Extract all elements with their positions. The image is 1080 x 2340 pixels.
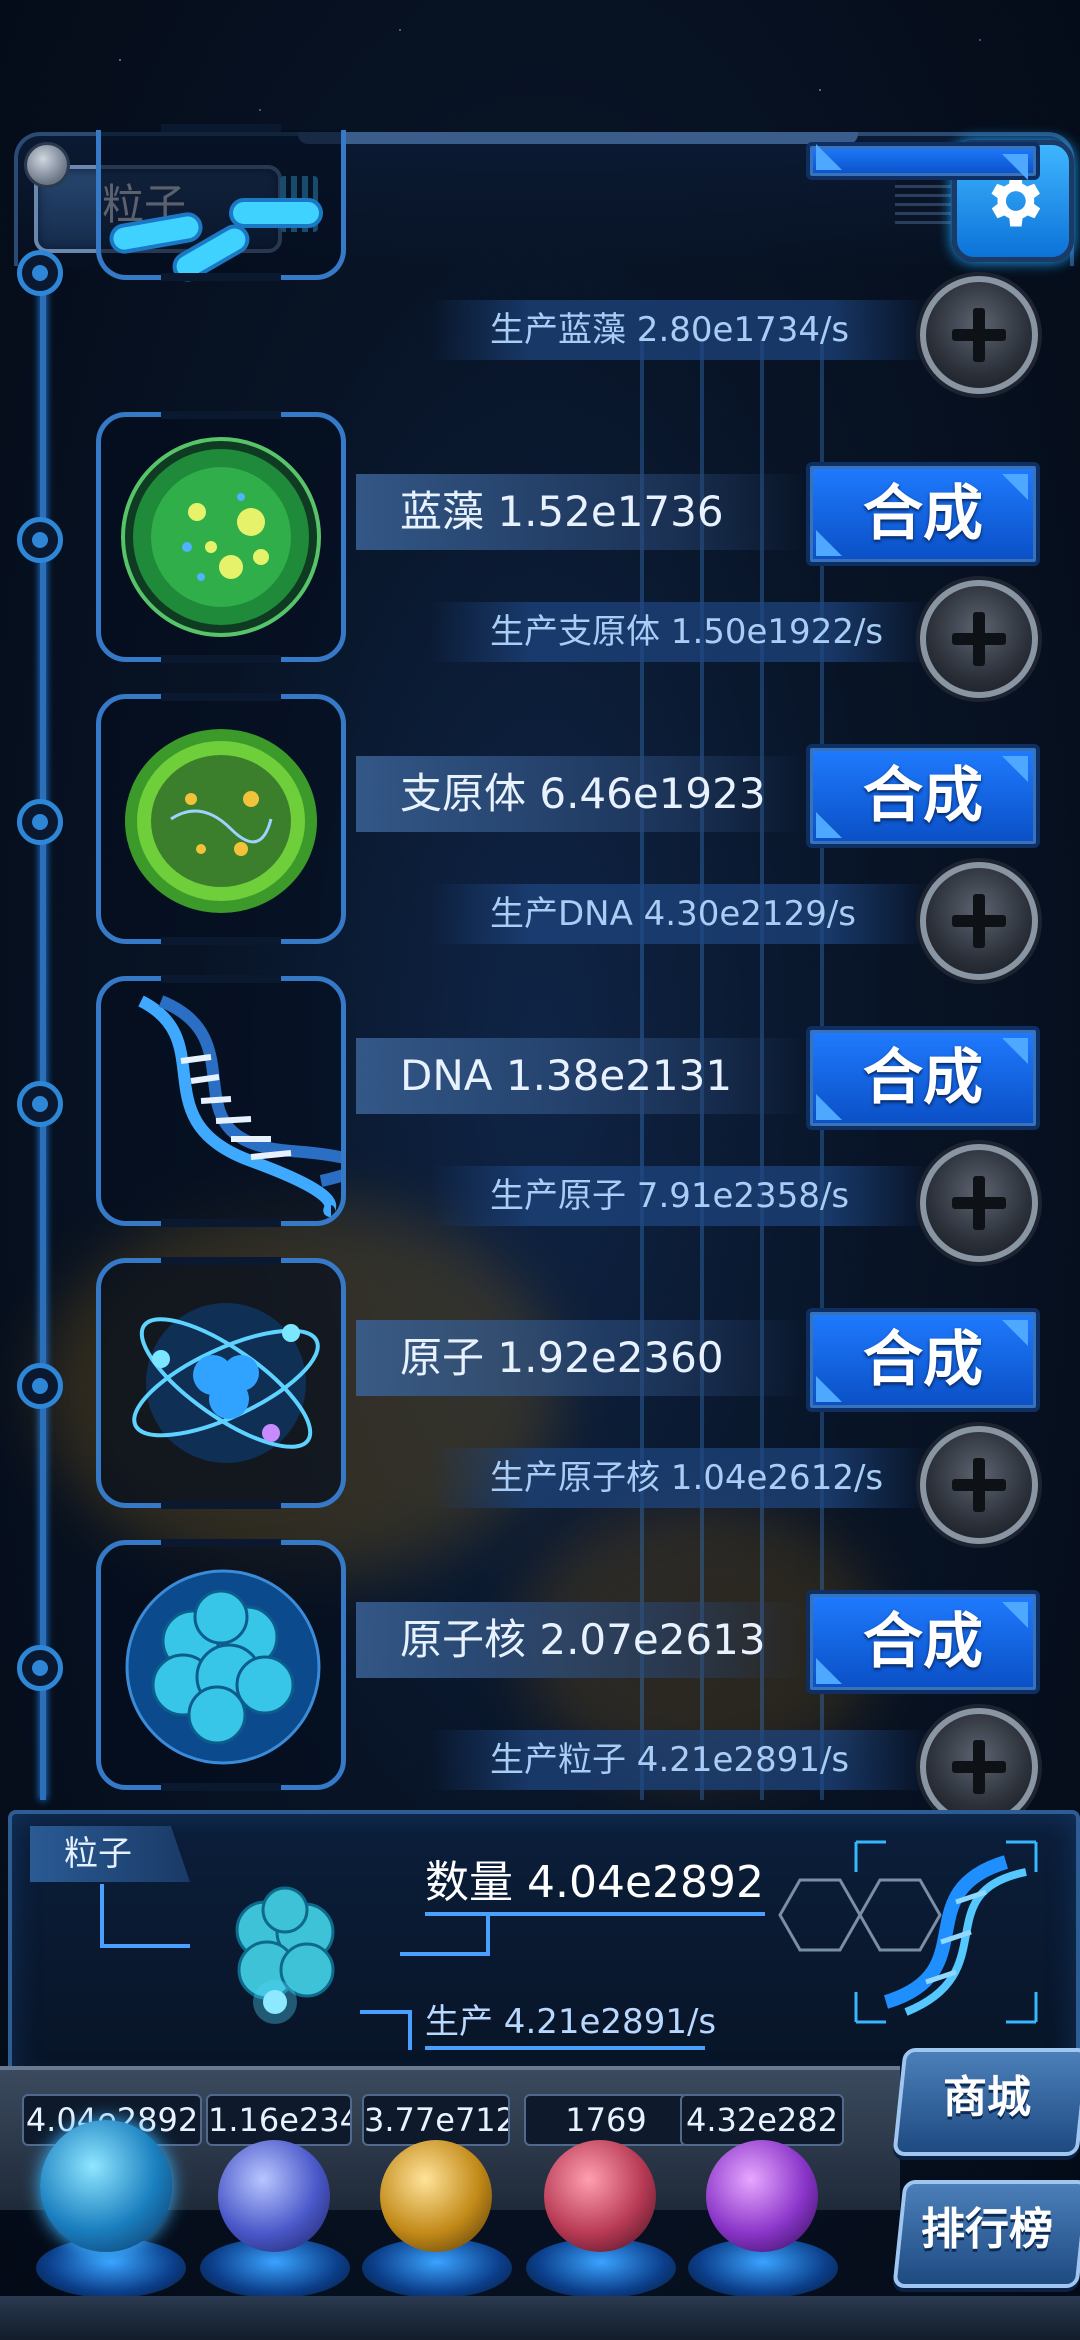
add-upgrade-button[interactable] (920, 1426, 1038, 1544)
add-upgrade-button[interactable] (920, 1708, 1038, 1826)
panel-connector (100, 1944, 190, 1948)
cyanobacteria-icon (121, 437, 321, 637)
production-rate: 生产粒子 4.21e2891/s (490, 1740, 850, 1780)
nucleus-icon (125, 1569, 321, 1765)
dna-emblem-icon (854, 1840, 1038, 2024)
add-upgrade-button[interactable] (920, 580, 1038, 698)
brain-orb-icon[interactable] (544, 2140, 656, 2252)
resource-value: 1769 (524, 2094, 688, 2146)
add-upgrade-button[interactable] (920, 1144, 1038, 1262)
production-rate: 生产支原体 1.50e1922/s (490, 612, 884, 652)
panel-connector (360, 2010, 410, 2014)
synthesize-label[interactable]: 合成 (806, 1308, 1040, 1412)
item-icon-frame (96, 1539, 346, 1791)
timeline-node (17, 1081, 63, 1127)
bacteria-icon (109, 198, 323, 282)
item-icon-frame (96, 411, 346, 663)
synthesize-label[interactable]: 合成 (806, 462, 1040, 566)
list-item: 生产蓝藻 2.80e1734/s (0, 124, 1080, 432)
add-upgrade-button[interactable] (920, 862, 1038, 980)
item-name: 原子核 2.07e2613 (400, 1615, 766, 1664)
panel-underline (425, 1912, 765, 1916)
add-upgrade-button[interactable] (920, 276, 1038, 394)
production-rate: 生产DNA 4.30e2129/s (490, 894, 856, 934)
timeline-node (17, 1363, 63, 1409)
panel-underline (425, 2046, 705, 2050)
production-rate: 生产原子核 1.04e2612/s (490, 1458, 884, 1498)
production-rate: 生产蓝藻 2.80e1734/s (490, 310, 850, 350)
ranking-label[interactable]: 排行榜 (898, 2180, 1076, 2280)
particle-icon (235, 1886, 335, 2024)
item-name: 原子 1.92e2360 (400, 1333, 724, 1382)
list-item: 原子 1.92e2360 合成 生产原子核 1.04e2612/s (0, 1257, 1080, 1544)
synthesize-label[interactable]: 合成 (806, 1026, 1040, 1130)
item-icon-frame (96, 693, 346, 945)
panel-connector (100, 1884, 104, 1944)
resource-value: 3.77e712 (362, 2094, 510, 2146)
timeline-node (17, 517, 63, 563)
list-item: 支原体 6.46e1923 合成 生产DNA 4.30e2129/s (0, 693, 1080, 980)
list-item: 蓝藻 1.52e1736 合成 生产支原体 1.50e1922/s (0, 411, 1080, 698)
item-icon-frame (96, 1257, 346, 1509)
particle-count: 数量 4.04e2892 (425, 1857, 765, 1908)
list-item: 原子核 2.07e2613 合成 生产粒子 4.21e2891/s (0, 1539, 1080, 1826)
panel-connector (486, 1912, 490, 1952)
bottom-strip (0, 2296, 1080, 2340)
timeline-node (17, 1645, 63, 1691)
mycoplasma-icon (125, 729, 317, 913)
galaxy-orb-icon[interactable] (380, 2140, 492, 2252)
panel-connector (400, 1952, 490, 1956)
shop-label[interactable]: 商城 (898, 2048, 1076, 2148)
item-name: DNA 1.38e2131 (400, 1051, 733, 1100)
timeline-node (17, 799, 63, 845)
vortex-orb-icon[interactable] (706, 2140, 818, 2252)
panel-connector (408, 2010, 412, 2050)
dna-icon (138, 995, 341, 1217)
production-rate: 生产原子 7.91e2358/s (490, 1176, 850, 1216)
item-name: 蓝藻 1.52e1736 (400, 487, 724, 536)
atom-icon (132, 1303, 320, 1463)
panel-tag-label: 粒子 (64, 1834, 132, 1874)
synthesize-label[interactable]: 合成 (806, 744, 1040, 848)
lightning-orb-icon[interactable] (218, 2140, 330, 2252)
synthesize-label[interactable]: 合成 (806, 1590, 1040, 1694)
item-icon-frame (96, 124, 346, 282)
resource-value: 1.16e234 (206, 2094, 352, 2146)
item-icon-frame (96, 975, 346, 1227)
resource-value: 4.32e282 (680, 2094, 844, 2146)
list-item: DNA 1.38e2131 合成 生产原子 7.91e2358/s (0, 975, 1080, 1262)
item-name: 支原体 6.46e1923 (400, 769, 766, 818)
particle-production: 生产 4.21e2891/s (425, 2002, 717, 2042)
particle-orb-icon[interactable] (40, 2120, 172, 2252)
synthesize-button[interactable] (806, 142, 1040, 180)
